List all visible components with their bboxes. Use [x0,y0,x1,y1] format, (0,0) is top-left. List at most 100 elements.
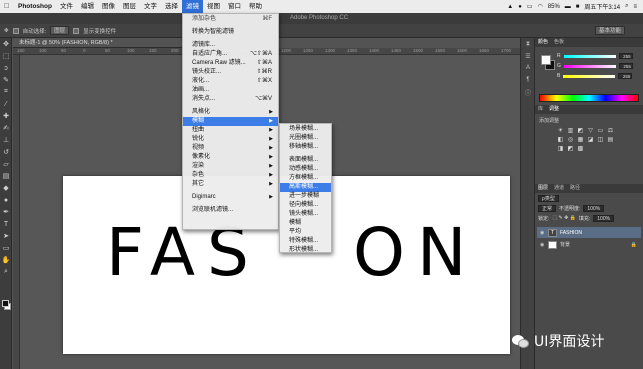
menu-window[interactable]: 窗口 [224,0,245,13]
filter_menu-item[interactable]: 自适应广角... ⌥⇧⌘A [183,50,278,59]
evernote-icon[interactable]: ▲ [507,4,513,10]
menu-view[interactable]: 视图 [203,0,224,13]
vertical-ruler[interactable] [13,55,20,369]
menu-photoshop[interactable]: Photoshop [14,0,56,13]
adjustment-icon[interactable]: ◩ [567,146,574,152]
crop-icon[interactable]: ⌗ [0,86,12,98]
b-value[interactable]: 255 [618,73,633,79]
eye-icon[interactable]: ◉ [540,242,545,248]
eyedropper-icon[interactable]: ⁄ [0,98,12,110]
filter_menu-item[interactable]: 渲染 ▶ [183,162,278,171]
auto-select-checkbox[interactable] [12,27,19,34]
r-slider[interactable] [563,54,616,58]
brush-icon[interactable]: ✍ [0,122,12,134]
adjustment-icon[interactable]: ☀ [557,128,564,134]
move-tool-icon[interactable]: ✥ [4,28,9,34]
filter_menu-item[interactable]: Camera Raw 滤镜... ⇧⌘A [183,59,278,68]
filter_menu-item[interactable]: 模糊 ▶ [183,117,278,126]
tab-paths[interactable]: 路径 [570,184,580,193]
input-method-icon[interactable]: ■ [576,4,580,10]
menu-layer[interactable]: 图层 [119,0,140,13]
workspace-dropdown[interactable]: 基本功能 [594,26,625,35]
tab-libraries[interactable]: 库 [538,105,543,114]
show-transform-checkbox[interactable] [73,27,80,34]
search-icon[interactable]: ⌕ [625,3,628,10]
eraser-icon[interactable]: ▱ [0,158,12,170]
filter_menu-item[interactable]: 消失点... ⌥⌘V [183,95,278,104]
pen-icon[interactable]: ✒ [0,206,12,218]
blur-icon[interactable]: ◆ [0,182,12,194]
filter_menu-item[interactable]: 滤镜库... [183,41,278,50]
tab-swatches[interactable]: 色板 [554,38,564,47]
history-brush-icon[interactable]: ↺ [0,146,12,158]
character-panel-icon[interactable]: A [521,62,535,74]
foreground-color-swatch[interactable] [2,300,9,307]
color-spectrum[interactable] [539,94,639,102]
filter_menu-item[interactable]: 液化... ⇧⌘X [183,77,278,86]
list-icon[interactable]: ≡ [633,4,637,10]
tab-layers[interactable]: 图层 [538,184,548,193]
properties-panel-icon[interactable]: ☰ [521,50,535,62]
menu-help[interactable]: 帮助 [245,0,266,13]
layer-kind-filter[interactable]: ρ类型 [538,194,559,202]
tab-color[interactable]: 颜色 [538,38,548,47]
shape-icon[interactable]: ▭ [0,242,12,254]
g-value[interactable]: 255 [618,63,633,69]
apple-menu-icon[interactable]:  [4,3,14,10]
marquee-icon[interactable]: ⬚ [0,50,12,62]
filter_menu-item[interactable]: 镜头校正... ⇧⌘R [183,68,278,77]
blur_submenu-item[interactable]: 场景模糊... [280,125,331,134]
adjustment-icon[interactable]: ▥ [567,128,574,134]
filter_menu-item[interactable]: 浏览联机滤镜... [183,206,278,215]
blur_submenu-item[interactable]: 移轴模糊... [280,143,331,152]
blur_submenu-item[interactable]: 方框模糊... [280,174,331,183]
type-icon[interactable]: T [0,218,12,230]
adjustment-icon[interactable]: ⚖ [607,128,614,134]
r-value[interactable]: 255 [618,53,633,59]
lock-icons[interactable]: ⬚ ✎ ✥ 🔒 [552,215,576,221]
gradient-icon[interactable]: ▤ [0,170,12,182]
filter_menu-item[interactable]: 像素化 ▶ [183,153,278,162]
blur_submenu-item[interactable]: 特殊模糊... [280,237,331,246]
quick-select-icon[interactable]: ✎ [0,74,12,86]
menu-edit[interactable]: 编辑 [77,0,98,13]
battery-icon[interactable]: ▬ [565,4,571,10]
adjustment-icon[interactable]: ▤ [607,137,614,143]
lasso-icon[interactable]: ↄ [0,62,12,74]
info-panel-icon[interactable]: ⓘ [521,86,535,98]
layer-row-background[interactable]: ◉ 背景 🔒 [537,239,641,250]
adjustment-icon[interactable]: ▩ [577,146,584,152]
tab-adjustments[interactable]: 调整 [549,105,559,114]
filter_menu-item[interactable]: 杂色 ▶ [183,171,278,180]
g-slider[interactable] [563,64,616,68]
blur_submenu-item[interactable]: 高斯模糊... [280,183,331,192]
color-fg-swatch[interactable] [541,55,551,65]
filter_menu-item[interactable]: 其它 ▶ [183,180,278,189]
menu-image[interactable]: 图像 [98,0,119,13]
filter_menu-item[interactable]: Digimarc ▶ [183,193,278,202]
path-select-icon[interactable]: ➤ [0,230,12,242]
adjustment-icon[interactable]: ◨ [557,146,564,152]
adjustment-icon[interactable]: ▦ [577,137,584,143]
opacity-input[interactable]: 100% [583,204,605,212]
blur_submenu-item[interactable]: 动感模糊... [280,165,331,174]
filter_menu-item[interactable]: 扭曲 ▶ [183,126,278,135]
blur_submenu-item[interactable]: 光圈模糊... [280,134,331,143]
filter_menu-item[interactable]: 转换为智能滤镜 [183,28,278,37]
blend-mode-select[interactable]: 正常 [538,204,557,212]
filter_menu-item[interactable]: 油画... [183,86,278,95]
hand-icon[interactable]: ✋ [0,254,12,266]
blur_submenu-item[interactable]: 表面模糊... [280,156,331,165]
document-tab[interactable]: 未标题-1 @ 50% (FASHION, RGB/8) * [13,38,183,48]
blur_submenu-item[interactable]: 形状模糊... [280,246,331,255]
filter_menu-item[interactable]: 视频 ▶ [183,144,278,153]
adjustment-icon[interactable]: ◩ [577,128,584,134]
adjustment-icon[interactable]: ◫ [597,137,604,143]
blur_submenu-item[interactable]: 镜头模糊... [280,210,331,219]
adjustment-icon[interactable]: ▽ [587,128,594,134]
menu-type[interactable]: 文字 [140,0,161,13]
eye-icon[interactable]: ◉ [540,230,545,236]
menu-file[interactable]: 文件 [56,0,77,13]
filter_menu-item[interactable]: 添加杂色 ⌘F [183,15,278,24]
filter_menu-item[interactable]: 风格化 ▶ [183,108,278,117]
